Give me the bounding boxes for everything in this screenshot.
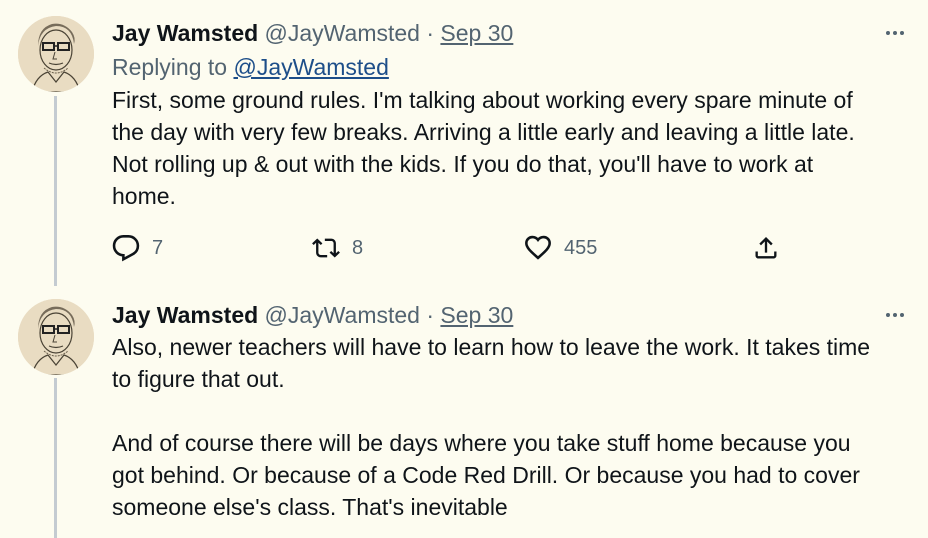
- tweet-header: Jay Wamsted @JayWamsted · Sep 30: [112, 300, 908, 330]
- tweet-actions: 7 8 455: [112, 230, 792, 266]
- tweet-content: Jay Wamsted @JayWamsted · Sep 30 Also, n…: [112, 300, 908, 523]
- tweet[interactable]: Jay Wamsted @JayWamsted · Sep 30 Replyin…: [0, 0, 928, 286]
- replying-to-label: Replying to: [112, 54, 234, 80]
- reply-icon: [112, 235, 140, 262]
- thread-line: [54, 378, 57, 538]
- avatar-sketch-image: [18, 16, 94, 92]
- heart-icon: [525, 235, 551, 260]
- replying-to: Replying to @JayWamsted: [112, 51, 908, 83]
- tweet-date-link[interactable]: Sep 30: [440, 302, 513, 328]
- tweet-text: First, some ground rules. I'm talking ab…: [112, 87, 855, 209]
- retweet-button[interactable]: 8: [312, 230, 363, 266]
- thread-line: [54, 96, 57, 286]
- share-button[interactable]: [752, 230, 780, 266]
- retweet-count: 8: [352, 236, 364, 259]
- author-name[interactable]: Jay Wamsted: [112, 302, 258, 328]
- separator-dot: ·: [426, 20, 435, 46]
- tweet-header: Jay Wamsted @JayWamsted · Sep 30: [112, 18, 908, 48]
- reply-button[interactable]: 7: [112, 230, 163, 266]
- share-icon: [755, 237, 777, 259]
- like-count: 455: [564, 236, 598, 259]
- author-handle[interactable]: @JayWamsted: [265, 20, 420, 46]
- tweet-content: Jay Wamsted @JayWamsted · Sep 30 Replyin…: [112, 18, 908, 212]
- author-name[interactable]: Jay Wamsted: [112, 20, 258, 46]
- replying-to-handle-link[interactable]: @JayWamsted: [233, 54, 388, 80]
- tweet[interactable]: Jay Wamsted @JayWamsted · Sep 30 Also, n…: [0, 282, 928, 538]
- avatar[interactable]: [18, 299, 94, 375]
- retweet-icon: [312, 238, 340, 258]
- avatar[interactable]: [18, 16, 94, 92]
- more-icon[interactable]: [882, 18, 908, 48]
- tweet-text: Also, newer teachers will have to learn …: [112, 334, 871, 520]
- reply-count: 7: [152, 236, 164, 259]
- tweet-date-link[interactable]: Sep 30: [440, 20, 513, 46]
- like-button[interactable]: 455: [524, 230, 597, 266]
- separator-dot: ·: [426, 302, 435, 328]
- more-icon[interactable]: [882, 300, 908, 330]
- avatar-sketch-image: [18, 299, 94, 375]
- author-handle[interactable]: @JayWamsted: [265, 302, 420, 328]
